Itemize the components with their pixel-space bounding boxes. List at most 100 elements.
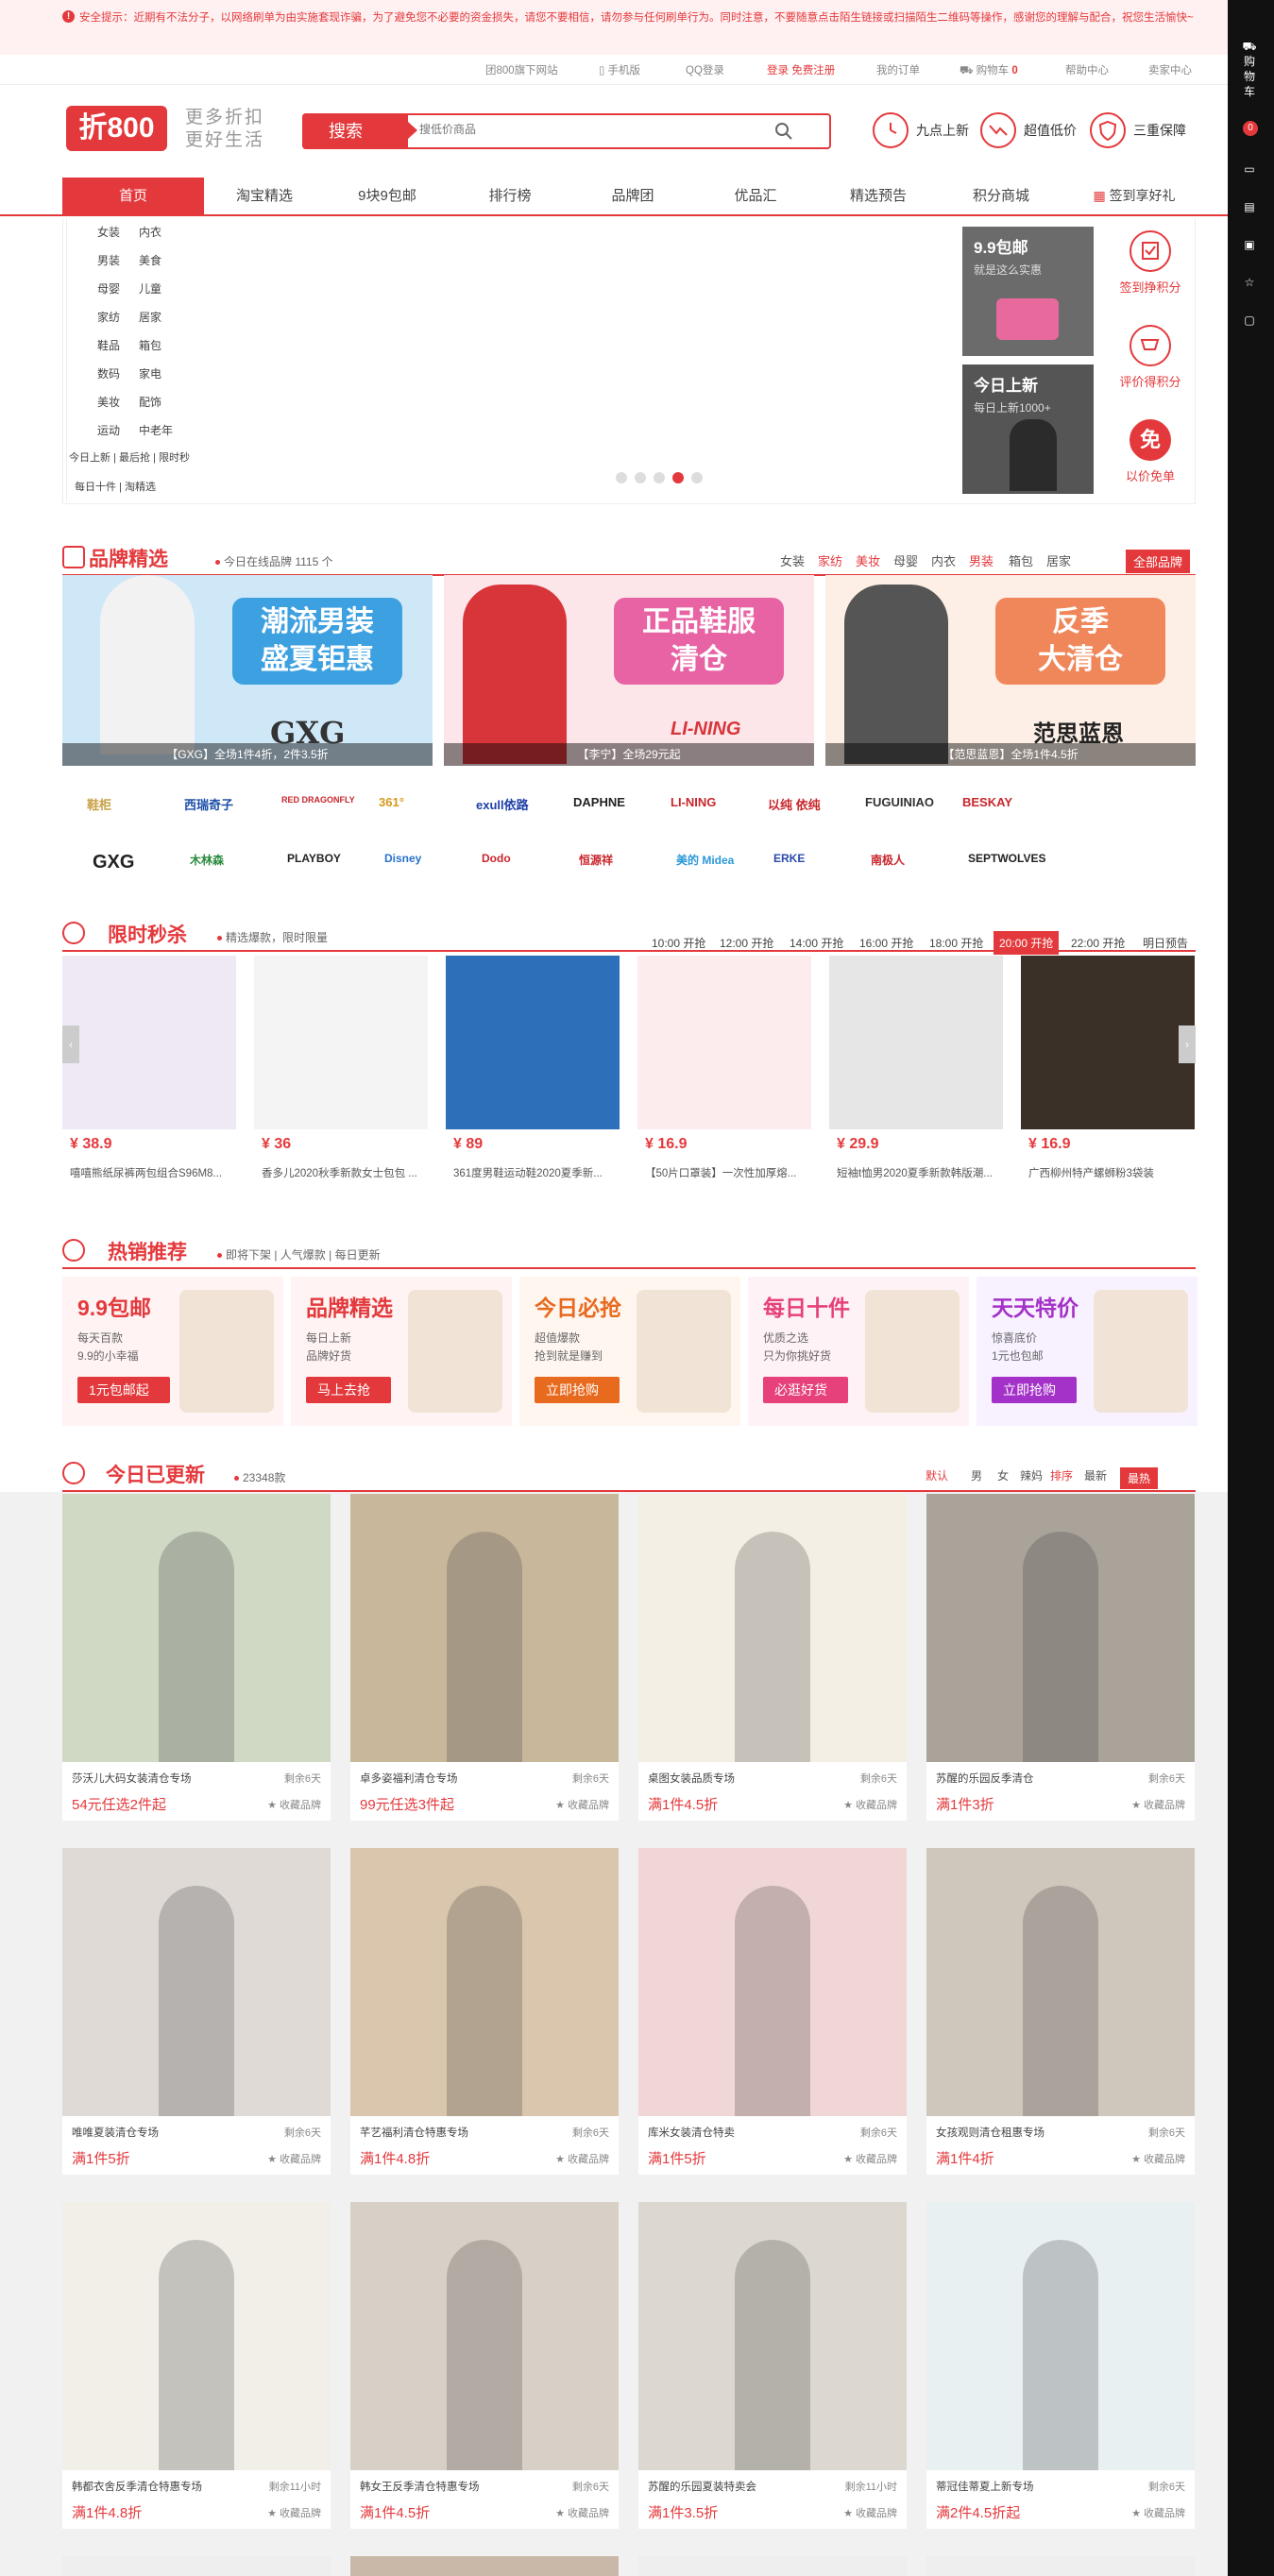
sort-tab[interactable]: 默认 <box>926 1467 948 1483</box>
flash-product-card[interactable]: ¥ 38.9 嘻嘻熊纸尿裤两包组合S96M8... <box>62 956 236 1192</box>
category-link[interactable]: 家电 <box>139 365 161 381</box>
category-link[interactable]: 居家 <box>139 309 161 325</box>
cat-quick-links-1[interactable]: 今日上新 | 最后抢 | 限时秒 <box>69 449 190 465</box>
brand-logo-link[interactable]: BESKAY <box>962 795 1012 809</box>
favorite-brand-button[interactable]: ★ 收藏品牌 <box>267 2151 321 2166</box>
qq-login-link[interactable]: QQ登录 <box>686 62 724 77</box>
category-link[interactable]: 内衣 <box>139 224 161 240</box>
brand-banner-gxg[interactable]: 潮流男装 盛夏钜惠 GXG 【GXG】全场1件4折，2件3.5折 <box>62 575 433 766</box>
category-link[interactable]: 男装 <box>97 252 120 268</box>
nav-ranking[interactable]: 排行榜 <box>463 178 557 214</box>
brand-logo-link[interactable]: Dodo <box>482 852 511 865</box>
brand-card[interactable]: 蒂冠佳蒂夏上新专场 剩余6天 满2件4.5折起 ★ 收藏品牌 <box>926 2202 1195 2529</box>
search-button[interactable]: 搜索 <box>302 113 417 149</box>
sort-tab[interactable]: 最新 <box>1084 1467 1107 1483</box>
favorite-brand-button[interactable]: ★ 收藏品牌 <box>267 2505 321 2520</box>
flash-product-card[interactable]: ¥ 36 香多儿2020秋季新款女士包包 ... <box>254 956 428 1192</box>
offline-link[interactable]: 团800旗下网站 <box>485 62 558 77</box>
nav-points-mall[interactable]: 积分商城 <box>954 178 1048 214</box>
nav-preview[interactable]: 精选预告 <box>831 178 926 214</box>
site-logo[interactable]: 折800 <box>66 106 167 151</box>
hot-rec-card[interactable]: 品牌精选 每日上新 品牌好货 马上去抢 <box>291 1277 512 1426</box>
category-link[interactable]: 运动 <box>97 422 120 438</box>
brand-logo-link[interactable]: 恒源祥 <box>579 852 613 868</box>
hot-rec-card[interactable]: 天天特价 惊喜底价 1元也包邮 立即抢购 <box>977 1277 1198 1426</box>
nav-premium[interactable]: 优品汇 <box>708 178 803 214</box>
brand-card[interactable]: 苏醒的乐园反季清仓 剩余6天 满1件3折 ★ 收藏品牌 <box>926 1494 1195 1821</box>
promo-9-9-box[interactable]: 9.9包邮 就是这么实惠 <box>962 227 1094 356</box>
brand-logo-link[interactable]: ERKE <box>773 852 805 865</box>
brand-tag[interactable]: 箱包 <box>1009 551 1033 569</box>
brand-card[interactable] <box>926 2556 1195 2576</box>
brand-logo-link[interactable]: GXG <box>93 852 134 873</box>
nav-home[interactable]: 首页 <box>62 178 204 214</box>
brand-card[interactable] <box>62 2556 331 2576</box>
product-name[interactable]: 广西柳州特产螺蛳粉3袋装 <box>1028 1165 1195 1180</box>
next-arrow-icon[interactable]: › <box>1179 1025 1196 1063</box>
carousel-dot[interactable] <box>691 472 703 483</box>
time-slot-tab[interactable]: 10:00 开抢 <box>646 931 711 955</box>
seller-center-link[interactable]: 卖家中心 <box>1148 62 1192 77</box>
hot-rec-card[interactable]: 今日必抢 超值爆款 抢到就是赚到 立即抢购 <box>519 1277 740 1426</box>
favorite-brand-button[interactable]: ★ 收藏品牌 <box>1131 1797 1185 1812</box>
my-orders-link[interactable]: 我的订单 <box>876 62 920 77</box>
category-link[interactable]: 儿童 <box>139 280 161 297</box>
favorite-brand-button[interactable]: ★ 收藏品牌 <box>843 1797 897 1812</box>
cart-link[interactable]: ⛟ 购物车 0 <box>960 62 1018 78</box>
mobile-link[interactable]: ▯ 手机版 <box>599 62 640 77</box>
product-name[interactable]: 嘻嘻熊纸尿裤两包组合S96M8... <box>70 1165 236 1180</box>
brand-card[interactable]: 唯唯夏装清仓专场 剩余6天 满1件5折 ★ 收藏品牌 <box>62 1848 331 2175</box>
category-link[interactable]: 美食 <box>139 252 161 268</box>
sort-tab[interactable]: 男 <box>971 1467 982 1483</box>
time-slot-tab[interactable]: 16:00 开抢 <box>854 931 919 955</box>
rail-cart[interactable]: ⛟ 购物车 <box>1237 40 1262 99</box>
rail-coupon-icon[interactable]: ▭ <box>1237 162 1262 177</box>
brand-tag[interactable]: 居家 <box>1046 551 1071 569</box>
brand-logo-link[interactable]: SEPTWOLVES <box>968 852 1045 865</box>
brand-card[interactable]: 女孩观则清仓租惠专场 剩余6天 满1件4折 ★ 收藏品牌 <box>926 1848 1195 2175</box>
favorite-brand-button[interactable]: ★ 收藏品牌 <box>843 2505 897 2520</box>
time-slot-tab[interactable]: 20:00 开抢 <box>994 931 1060 955</box>
brand-logo-link[interactable]: PLAYBOY <box>287 852 341 865</box>
hot-rec-card[interactable]: 每日十件 优质之选 只为你挑好货 必逛好货 <box>748 1277 969 1426</box>
time-slot-tab[interactable]: 12:00 开抢 <box>714 931 779 955</box>
brand-logo-link[interactable]: 以纯 依纯 <box>768 795 821 813</box>
flash-product-card[interactable]: ¥ 16.9 广西柳州特产螺蛳粉3袋装 <box>1021 956 1195 1192</box>
service-signin-points[interactable]: 签到挣积分 <box>1113 230 1188 296</box>
product-name[interactable]: 香多儿2020秋季新款女士包包 ... <box>262 1165 428 1180</box>
category-link[interactable]: 箱包 <box>139 337 161 353</box>
brand-logo-link[interactable]: 鞋柜 <box>87 795 111 813</box>
rail-orders-icon[interactable]: ▤ <box>1237 200 1262 214</box>
search-icon[interactable] <box>774 122 793 141</box>
brand-logo-link[interactable]: Disney <box>384 852 421 865</box>
category-link[interactable]: 母婴 <box>97 280 120 297</box>
brand-tag[interactable]: 母婴 <box>893 551 918 569</box>
sort-tab[interactable]: 辣妈 <box>1020 1467 1043 1483</box>
brand-card[interactable]: 莎沃儿大码女装清仓专场 剩余6天 54元任选2件起 ★ 收藏品牌 <box>62 1494 331 1821</box>
brand-tag[interactable]: 家纺 <box>818 551 842 569</box>
brand-banner-lining[interactable]: 正品鞋服 清仓 LI-NING 【李宁】全场29元起 <box>444 575 814 766</box>
brand-card[interactable]: 韩女王反季清仓特惠专场 剩余6天 满1件4.5折 ★ 收藏品牌 <box>350 2202 619 2529</box>
flash-product-card[interactable]: ¥ 16.9 【50片口罩装】一次性加厚熔... <box>637 956 811 1192</box>
brand-card[interactable]: 桌图女装品质专场 剩余6天 满1件4.5折 ★ 收藏品牌 <box>638 1494 907 1821</box>
brand-tag[interactable]: 男装 <box>969 551 994 569</box>
service-free-order[interactable]: 免以价免单 <box>1113 419 1188 484</box>
brand-tag[interactable]: 美妆 <box>856 551 880 569</box>
time-slot-tab[interactable]: 22:00 开抢 <box>1065 931 1130 955</box>
nav-brand-group[interactable]: 品牌团 <box>586 178 680 214</box>
carousel-dot-active[interactable] <box>672 472 684 483</box>
brand-card[interactable]: 苏醒的乐园夏装特卖会 剩余11小时 满1件3.5折 ★ 收藏品牌 <box>638 2202 907 2529</box>
rail-history-icon[interactable]: ▣ <box>1237 238 1262 252</box>
category-link[interactable]: 美妆 <box>97 394 120 410</box>
nav-taobao-select[interactable]: 淘宝精选 <box>217 178 312 214</box>
rail-chat-icon[interactable]: ▢ <box>1237 314 1262 328</box>
carousel-dot[interactable] <box>654 472 665 483</box>
brand-logo-link[interactable]: DAPHNE <box>573 795 625 809</box>
card-button[interactable]: 1元包邮起 <box>77 1377 170 1403</box>
login-register-link[interactable]: 登录 免费注册 <box>767 62 835 77</box>
brand-logo-link[interactable]: 361° <box>379 795 404 809</box>
card-button[interactable]: 马上去抢 <box>306 1377 391 1403</box>
brand-tag[interactable]: 内衣 <box>931 551 956 569</box>
brand-logo-link[interactable]: 南极人 <box>871 852 905 868</box>
hot-rec-card[interactable]: 9.9包邮 每天百款 9.9的小幸福 1元包邮起 <box>62 1277 283 1426</box>
